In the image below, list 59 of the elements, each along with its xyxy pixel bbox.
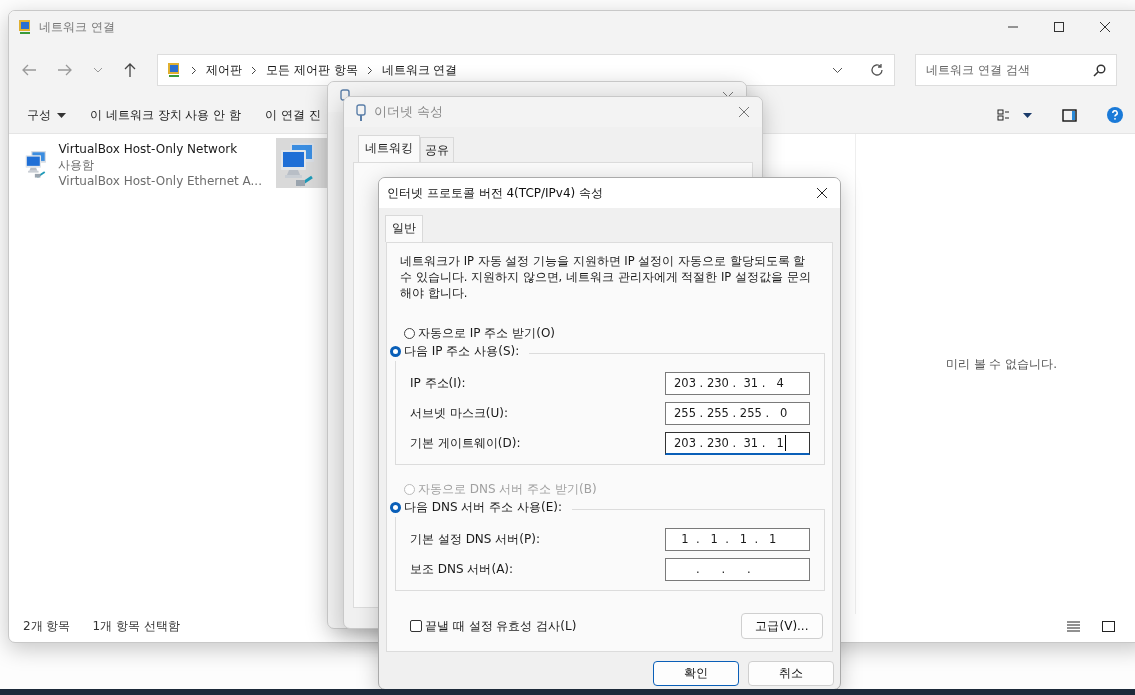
preview-pane-icon[interactable]	[1062, 108, 1077, 122]
breadcrumb-item[interactable]: 모든 제어판 항목	[266, 61, 358, 79]
back-arrow-icon[interactable]	[21, 63, 37, 77]
window-title: 네트워크 연결	[39, 18, 115, 36]
organize-menu-button[interactable]: 구성	[21, 102, 72, 128]
tab[interactable]: 네트워킹	[358, 135, 420, 162]
toolbar-button[interactable]: 이 연결 진	[259, 102, 327, 128]
details-view-icon[interactable]	[1067, 620, 1080, 632]
close-icon[interactable]	[1099, 21, 1111, 33]
help-icon[interactable]	[1107, 107, 1123, 123]
preview-message: 미리 볼 수 없습니다.	[945, 355, 1058, 373]
ip-address-field[interactable]: . . .	[665, 557, 810, 581]
tab[interactable]: 공유	[420, 137, 454, 162]
toolbar-button[interactable]: 이 네트워크 장치 사용 안 함	[84, 102, 248, 128]
dialog-title: 이더넷 속성	[374, 103, 444, 121]
dialog-button[interactable]: 확인	[653, 661, 739, 686]
status-text: 2개 항목	[23, 617, 71, 635]
search-field[interactable]: 네트워크 연결 검색	[915, 54, 1117, 86]
ip-address-field[interactable]: 203 . 230 . 31 . 1	[665, 431, 810, 455]
dialog-title: 인터넷 프로토콜 버전 4(TCP/IPv4) 속성	[387, 184, 604, 202]
field-label: 기본 설정 DNS 서버(P):	[410, 530, 540, 548]
breadcrumb-item[interactable]: 제어판	[206, 61, 242, 79]
network-connection-item[interactable]: VirtualBox Host-Only Network 사용함 VirtualBox Host-Only Ethernet A...	[21, 138, 266, 188]
dialog-button[interactable]: 취소	[748, 661, 834, 686]
breadcrumb-item[interactable]: 네트워크 연결	[381, 61, 458, 79]
view-options-icon[interactable]	[997, 109, 1011, 121]
ethernet-plug-icon	[356, 103, 366, 121]
chevron-right-icon	[191, 65, 197, 75]
ip-address-field[interactable]: 255 . 255 . 255 . 0	[665, 401, 810, 425]
radio-option[interactable]: 자동으로 IP 주소 받기(O)	[404, 323, 825, 343]
caret-icon	[57, 112, 66, 118]
connection-status: 사용함	[58, 157, 96, 173]
ip-address-field[interactable]: 1 . 1 . 1 . 1	[665, 527, 810, 551]
chevron-down-icon[interactable]	[832, 66, 843, 74]
field-label: 기본 게이트웨이(D):	[410, 434, 521, 452]
tab[interactable]: 일반	[385, 215, 423, 242]
advanced-button[interactable]: 고급(V)...	[741, 613, 823, 639]
connection-device: VirtualBox Host-Only Ethernet A...	[58, 173, 262, 189]
up-arrow-icon[interactable]	[123, 62, 137, 78]
field-label: 보조 DNS 서버(A):	[410, 560, 514, 578]
forward-arrow-icon[interactable]	[57, 63, 73, 77]
field-label: 서브넷 마스크(U):	[410, 404, 508, 422]
maximize-icon[interactable]	[1053, 21, 1065, 33]
status-text: 1개 항목 선택함	[92, 617, 180, 635]
address-bar[interactable]: 제어판 모든 제어판 항목 네트워크 연결	[157, 54, 895, 86]
network-folder-icon	[17, 19, 33, 35]
refresh-icon[interactable]	[870, 63, 884, 77]
checkbox-option[interactable]: 끝낼 때 설정 유효성 검사(L)	[410, 617, 577, 635]
chevron-right-icon	[366, 65, 373, 75]
dropdown-caret-icon[interactable]	[1023, 112, 1032, 118]
connection-name: VirtualBox Host-Only Network	[58, 141, 239, 157]
large-icons-view-icon[interactable]	[1102, 620, 1115, 632]
ip-address-field[interactable]: 203 . 230 . 31 . 4	[665, 371, 810, 395]
search-icon	[1093, 63, 1106, 77]
field-label: IP 주소(I):	[410, 374, 466, 392]
description-text: 네트워크가 IP 자동 설정 기능을 지원하면 IP 설정이 자동으로 할당되도록 할 수 있습니다. 지원하지 않으면, 네트워크 관리자에게 적절한 IP 설정값을 문의해야 합니다.	[400, 253, 812, 301]
close-icon[interactable]	[816, 187, 828, 199]
network-folder-icon	[166, 62, 182, 78]
chevron-right-icon	[251, 65, 257, 75]
